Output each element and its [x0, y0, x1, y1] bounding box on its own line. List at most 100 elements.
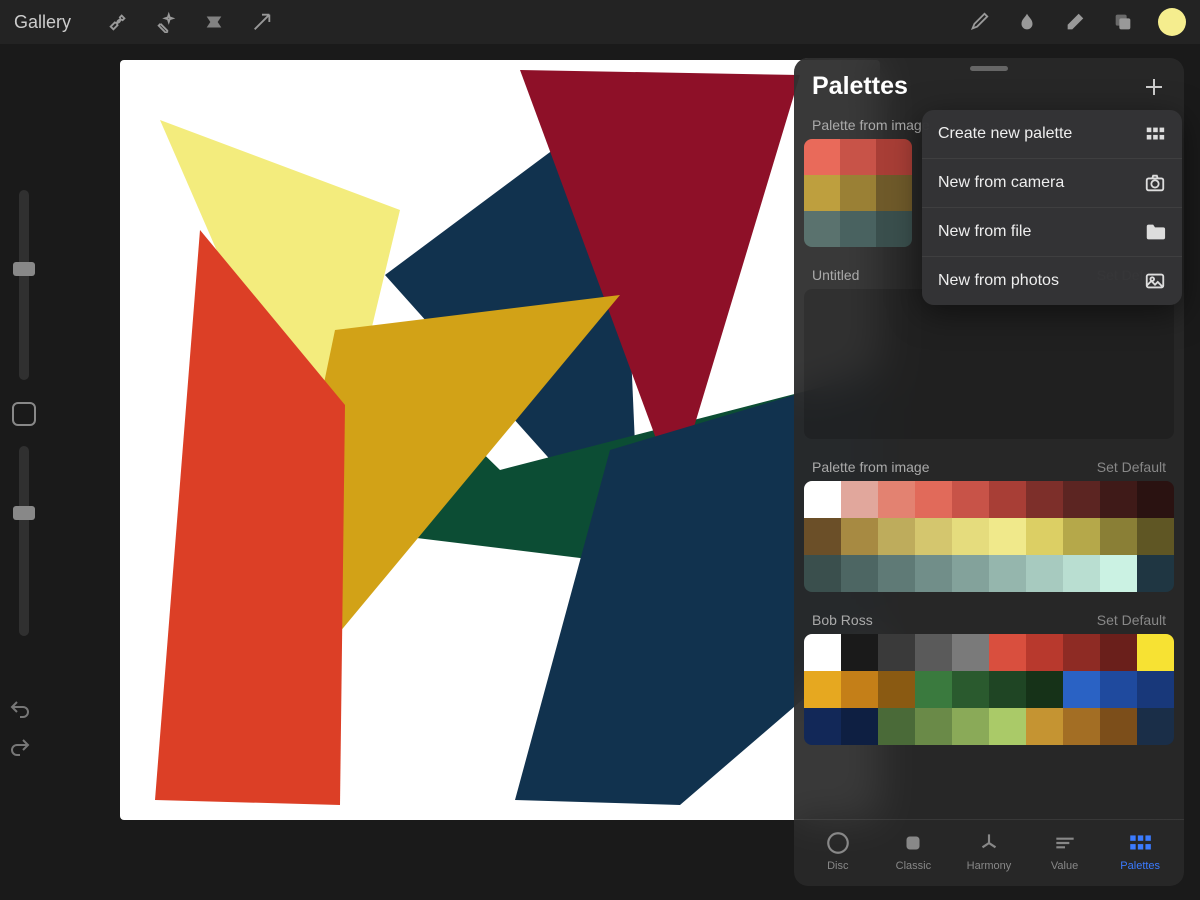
color-swatch[interactable] [915, 671, 952, 708]
color-swatch[interactable] [878, 518, 915, 555]
color-swatch[interactable] [915, 555, 952, 592]
current-color-indicator[interactable] [1158, 8, 1186, 36]
color-swatch[interactable] [989, 634, 1026, 671]
set-default-button[interactable]: Set Default [1097, 459, 1166, 475]
color-swatch[interactable] [841, 708, 878, 745]
smudge-icon[interactable] [1014, 9, 1040, 35]
menu-new-from-camera[interactable]: New from camera [922, 159, 1182, 208]
color-swatch[interactable] [840, 211, 876, 247]
color-swatch[interactable] [952, 481, 989, 518]
color-swatch[interactable] [840, 175, 876, 211]
color-swatch[interactable] [915, 634, 952, 671]
color-swatch[interactable] [1137, 555, 1174, 592]
color-swatch[interactable] [1100, 518, 1137, 555]
color-swatch[interactable] [915, 481, 952, 518]
palette-swatches[interactable] [804, 634, 1174, 745]
color-swatch[interactable] [952, 518, 989, 555]
modifier-button[interactable] [12, 402, 36, 426]
menu-new-from-photos[interactable]: New from photos [922, 257, 1182, 305]
color-swatch[interactable] [1063, 671, 1100, 708]
brush-size-slider[interactable] [19, 190, 29, 380]
color-swatch[interactable] [1100, 671, 1137, 708]
color-swatch[interactable] [1137, 708, 1174, 745]
color-swatch[interactable] [1063, 634, 1100, 671]
color-swatch[interactable] [841, 481, 878, 518]
color-swatch[interactable] [1026, 634, 1063, 671]
color-swatch[interactable] [804, 481, 841, 518]
arrow-icon[interactable] [249, 9, 275, 35]
color-swatch[interactable] [804, 175, 840, 211]
color-swatch[interactable] [876, 211, 912, 247]
color-swatch[interactable] [840, 139, 876, 175]
color-swatch[interactable] [1026, 671, 1063, 708]
color-swatch[interactable] [878, 555, 915, 592]
color-swatch[interactable] [804, 211, 840, 247]
gallery-button[interactable]: Gallery [14, 12, 71, 33]
color-swatch[interactable] [804, 708, 841, 745]
color-swatch[interactable] [804, 518, 841, 555]
color-swatch[interactable] [1063, 555, 1100, 592]
color-swatch[interactable] [878, 481, 915, 518]
color-swatch[interactable] [841, 555, 878, 592]
undo-icon[interactable] [8, 698, 32, 722]
color-swatch[interactable] [1026, 481, 1063, 518]
tab-palettes[interactable]: Palettes [1105, 830, 1175, 872]
color-swatch[interactable] [804, 634, 841, 671]
color-swatch[interactable] [989, 518, 1026, 555]
color-swatch[interactable] [1026, 555, 1063, 592]
set-default-button[interactable]: Set Default [1097, 612, 1166, 628]
color-swatch[interactable] [952, 671, 989, 708]
color-swatch[interactable] [804, 555, 841, 592]
color-swatch[interactable] [841, 671, 878, 708]
color-swatch[interactable] [989, 671, 1026, 708]
color-swatch[interactable] [804, 671, 841, 708]
menu-create-new-palette[interactable]: Create new palette [922, 110, 1182, 159]
color-swatch[interactable] [1137, 671, 1174, 708]
color-swatch[interactable] [878, 671, 915, 708]
add-palette-icon[interactable] [1142, 75, 1166, 99]
color-swatch[interactable] [876, 175, 912, 211]
palette-swatches-preview[interactable] [804, 139, 912, 247]
color-swatch[interactable] [1063, 708, 1100, 745]
color-swatch[interactable] [915, 518, 952, 555]
color-swatch[interactable] [804, 139, 840, 175]
color-swatch[interactable] [878, 708, 915, 745]
tab-classic[interactable]: Classic [878, 830, 948, 872]
tab-value[interactable]: Value [1030, 830, 1100, 872]
color-swatch[interactable] [952, 555, 989, 592]
panel-grabber[interactable] [970, 66, 1008, 71]
color-swatch[interactable] [915, 708, 952, 745]
color-swatch[interactable] [989, 555, 1026, 592]
color-swatch[interactable] [1026, 518, 1063, 555]
color-swatch[interactable] [989, 481, 1026, 518]
color-swatch[interactable] [1100, 708, 1137, 745]
color-swatch[interactable] [1137, 518, 1174, 555]
color-swatch[interactable] [1137, 481, 1174, 518]
eraser-icon[interactable] [1062, 9, 1088, 35]
color-swatch[interactable] [952, 708, 989, 745]
palette-swatches[interactable] [804, 481, 1174, 592]
tab-harmony[interactable]: Harmony [954, 830, 1024, 872]
color-swatch[interactable] [1063, 481, 1100, 518]
color-swatch[interactable] [1026, 708, 1063, 745]
color-swatch[interactable] [1100, 555, 1137, 592]
wrench-icon[interactable] [105, 9, 131, 35]
menu-new-from-file[interactable]: New from file [922, 208, 1182, 257]
color-swatch[interactable] [1100, 634, 1137, 671]
color-swatch[interactable] [1100, 481, 1137, 518]
opacity-slider[interactable] [19, 446, 29, 636]
color-swatch[interactable] [952, 634, 989, 671]
color-swatch[interactable] [878, 634, 915, 671]
empty-palette[interactable] [804, 289, 1174, 439]
tab-disc[interactable]: Disc [803, 830, 873, 872]
color-swatch[interactable] [841, 634, 878, 671]
redo-icon[interactable] [8, 736, 32, 760]
color-swatch[interactable] [989, 708, 1026, 745]
select-icon[interactable] [201, 9, 227, 35]
color-swatch[interactable] [1063, 518, 1100, 555]
color-swatch[interactable] [841, 518, 878, 555]
color-swatch[interactable] [1137, 634, 1174, 671]
canvas[interactable] [120, 60, 880, 820]
layers-icon[interactable] [1110, 9, 1136, 35]
color-swatch[interactable] [876, 139, 912, 175]
